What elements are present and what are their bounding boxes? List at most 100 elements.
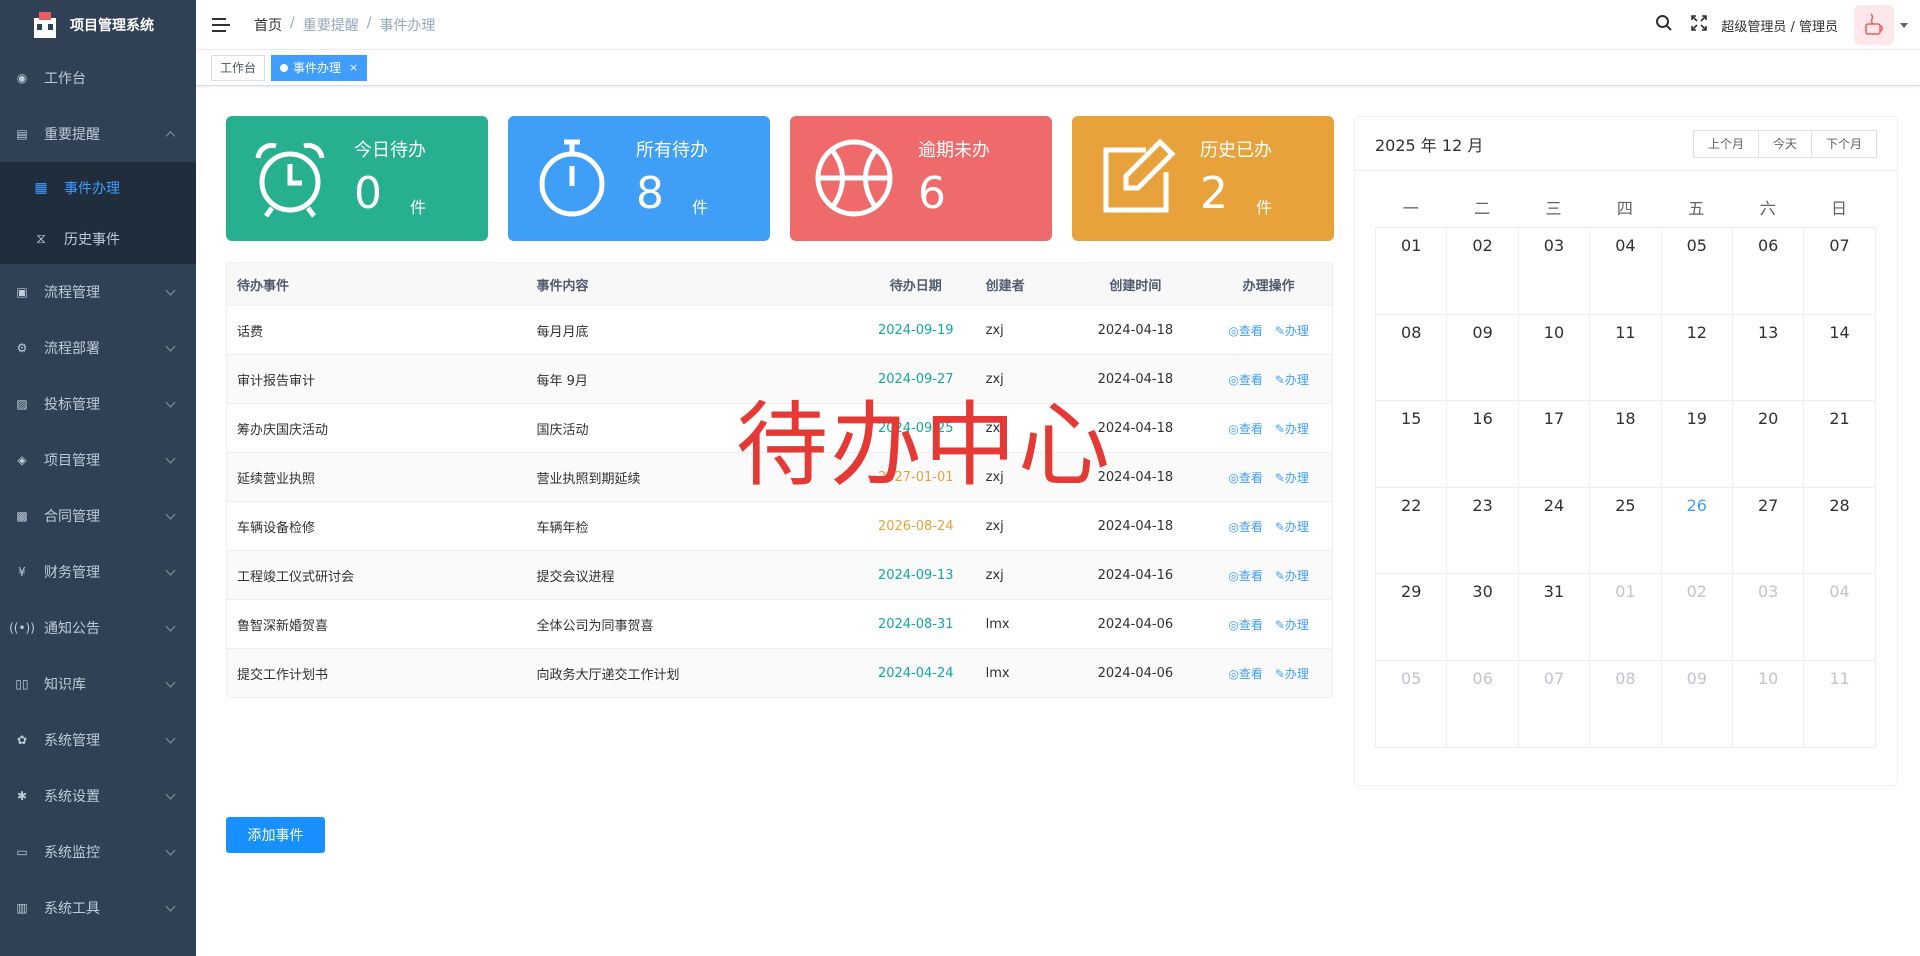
calendar-day[interactable]: 18	[1590, 401, 1662, 488]
stat-card[interactable]: 所有待办 8 件	[508, 116, 770, 241]
sidebar-item[interactable]: ((•)) 通知公告	[0, 600, 196, 656]
close-icon[interactable]: ×	[349, 61, 358, 74]
calendar-day[interactable]: 04	[1804, 574, 1876, 661]
edit-icon: ✎	[1274, 519, 1285, 534]
fullscreen-icon[interactable]	[1691, 15, 1708, 35]
calendar-day[interactable]: 17	[1518, 401, 1591, 488]
calendar-day[interactable]: 14	[1804, 314, 1876, 402]
calendar-day[interactable]: 02	[1661, 574, 1733, 661]
next-month-button[interactable]: 下个月	[1810, 129, 1877, 158]
calendar-day[interactable]: 24	[1518, 487, 1591, 575]
calendar-day[interactable]: 23	[1447, 487, 1519, 575]
calendar-day[interactable]: 06	[1447, 660, 1519, 748]
calendar-day[interactable]: 09	[1661, 660, 1733, 748]
sidebar-item[interactable]: ⚙ 流程部署	[0, 320, 196, 376]
calendar-day[interactable]: 16	[1447, 401, 1519, 488]
sidebar-item[interactable]: ✱ 系统设置	[0, 768, 196, 824]
sidebar-subitem[interactable]: ▦ 事件办理	[0, 162, 196, 213]
sidebar-item[interactable]: ◈ 项目管理	[0, 432, 196, 488]
breadcrumb-reminder[interactable]: 重要提醒	[303, 15, 359, 35]
calendar-day[interactable]: 04	[1590, 228, 1662, 315]
handle-button[interactable]: ✎办理	[1275, 665, 1309, 682]
view-button[interactable]: ◎查看	[1228, 665, 1263, 682]
sidebar-item[interactable]: ▨ 投标管理	[0, 376, 196, 432]
calendar-day[interactable]: 30	[1447, 574, 1519, 661]
hamburger-icon[interactable]	[212, 17, 230, 32]
calendar-day[interactable]: 20	[1732, 401, 1805, 488]
sidebar-item[interactable]: ¥ 财务管理	[0, 544, 196, 600]
view-button[interactable]: ◎查看	[1228, 567, 1263, 584]
handle-button[interactable]: ✎办理	[1275, 518, 1309, 535]
prev-month-button[interactable]: 上个月	[1692, 129, 1759, 158]
handle-button[interactable]: ✎办理	[1275, 616, 1309, 633]
column-header: 事件内容	[536, 278, 589, 294]
calendar-day[interactable]: 10	[1732, 660, 1805, 748]
stat-card[interactable]: 今日待办 0 件	[226, 116, 488, 241]
search-icon[interactable]	[1655, 14, 1673, 36]
calendar-day[interactable]: 09	[1447, 314, 1519, 402]
view-button[interactable]: ◎查看	[1228, 469, 1263, 486]
view-button[interactable]: ◎查看	[1228, 420, 1263, 437]
calendar-day[interactable]: 05	[1661, 228, 1733, 315]
calendar-day[interactable]: 05	[1376, 660, 1448, 748]
sidebar-item[interactable]: ▥ 系统工具	[0, 880, 196, 936]
calendar-day[interactable]: 29	[1376, 574, 1448, 661]
handle-button[interactable]: ✎办理	[1275, 371, 1309, 388]
view-button[interactable]: ◎查看	[1228, 322, 1263, 339]
calendar-day[interactable]: 08	[1590, 660, 1662, 748]
sidebar-item[interactable]: ▣ 流程管理	[0, 264, 196, 320]
stat-card[interactable]: 历史已办 2 件	[1072, 116, 1334, 241]
sidebar-item[interactable]: ▤ 重要提醒	[0, 106, 196, 162]
edit-icon: ✎	[1274, 421, 1285, 436]
handle-button[interactable]: ✎办理	[1275, 469, 1309, 486]
breadcrumb-home[interactable]: 首页	[254, 15, 282, 35]
logo[interactable]: 项目管理系统	[0, 0, 196, 50]
calendar-day[interactable]: 03	[1732, 574, 1805, 661]
calendar-day[interactable]: 01	[1590, 574, 1662, 661]
cell-creator: zxj	[985, 518, 1004, 534]
sidebar-item[interactable]: ▭ 系统监控	[0, 824, 196, 880]
calendar-day[interactable]: 11	[1590, 314, 1662, 402]
calendar-day[interactable]: 19	[1661, 401, 1733, 488]
contract-icon: ▩	[16, 509, 28, 523]
calendar-day[interactable]: 03	[1518, 228, 1591, 315]
view-button[interactable]: ◎查看	[1228, 371, 1263, 388]
calendar-day[interactable]: 22	[1376, 487, 1448, 575]
calendar-day[interactable]: 13	[1732, 314, 1805, 402]
calendar-day[interactable]: 26	[1661, 487, 1733, 575]
view-button[interactable]: ◎查看	[1228, 616, 1263, 633]
calendar-day[interactable]: 02	[1447, 228, 1519, 315]
calendar-day[interactable]: 21	[1804, 401, 1876, 488]
sidebar-subitem[interactable]: ⧖ 历史事件	[0, 213, 196, 264]
tag-event-handling[interactable]: 事件办理 ×	[271, 54, 368, 81]
calendar-day[interactable]: 25	[1590, 487, 1662, 575]
sidebar-item[interactable]: ◉ 工作台	[0, 50, 196, 106]
stat-card[interactable]: 逾期未办 6	[790, 116, 1052, 241]
calendar-day[interactable]: 01	[1376, 228, 1448, 315]
calendar-day[interactable]: 07	[1518, 660, 1591, 748]
logo-icon	[30, 10, 60, 40]
user-name[interactable]: 超级管理员 / 管理员	[1721, 16, 1838, 35]
calendar-day[interactable]: 15	[1376, 401, 1448, 488]
add-event-button[interactable]: 添加事件	[226, 817, 325, 853]
today-button[interactable]: 今天	[1757, 129, 1812, 158]
tag-workbench[interactable]: 工作台	[211, 54, 266, 81]
avatar[interactable]	[1854, 5, 1894, 45]
calendar-day[interactable]: 07	[1804, 228, 1876, 315]
sidebar-item[interactable]: ▯▯ 知识库	[0, 656, 196, 712]
calendar-day[interactable]: 11	[1804, 660, 1876, 748]
calendar-day[interactable]: 06	[1732, 228, 1805, 315]
sidebar-item[interactable]: ✿ 系统管理	[0, 712, 196, 768]
calendar-day[interactable]: 10	[1518, 314, 1591, 402]
calendar-day[interactable]: 27	[1732, 487, 1805, 575]
caret-down-icon[interactable]	[1900, 22, 1908, 28]
handle-button[interactable]: ✎办理	[1275, 420, 1309, 437]
sidebar-item[interactable]: ▩ 合同管理	[0, 488, 196, 544]
calendar-day[interactable]: 31	[1518, 574, 1591, 661]
view-button[interactable]: ◎查看	[1228, 518, 1263, 535]
handle-button[interactable]: ✎办理	[1275, 567, 1309, 584]
calendar-day[interactable]: 12	[1661, 314, 1733, 402]
calendar-day[interactable]: 28	[1804, 487, 1876, 575]
handle-button[interactable]: ✎办理	[1275, 322, 1309, 339]
calendar-day[interactable]: 08	[1376, 314, 1448, 402]
